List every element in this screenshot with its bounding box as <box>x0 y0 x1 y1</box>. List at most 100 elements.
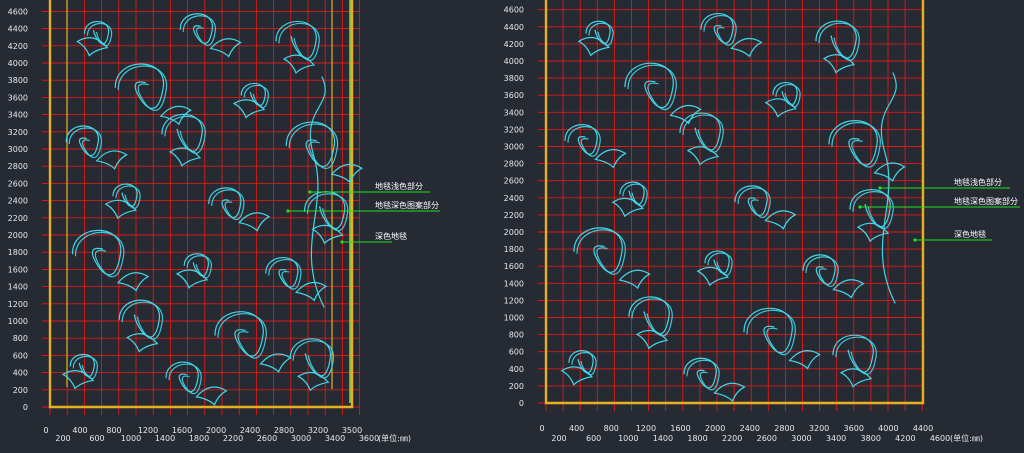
y-tick-label: 4200 <box>504 40 524 49</box>
x-tick-label: 3000 <box>291 434 311 443</box>
y-tick-label: 400 <box>13 369 28 378</box>
y-tick-label: 2400 <box>504 194 524 203</box>
x-tick-label: 2200 <box>223 434 243 443</box>
x-tick-label: 2800 <box>774 424 794 433</box>
y-tick-label: 2800 <box>504 160 524 169</box>
y-tick-label: 800 <box>13 334 28 343</box>
y-tick-label: 4000 <box>8 59 28 68</box>
y-tick-label: 0 <box>23 403 28 412</box>
x-tick-label: 400 <box>569 424 584 433</box>
x-tick-label: 800 <box>604 424 619 433</box>
x-tick-label: 3800 <box>861 434 881 443</box>
x-tick-label: 2400 <box>740 424 760 433</box>
y-tick-label: 2000 <box>504 228 524 237</box>
unit-label: (单位:㎜) <box>378 433 411 443</box>
y-tick-label: 1600 <box>8 265 28 274</box>
y-tick-label: 3200 <box>8 128 28 137</box>
y-tick-label: 1200 <box>8 300 28 309</box>
y-tick-label: 0 <box>519 399 524 408</box>
y-tick-label: 3200 <box>504 125 524 134</box>
callout-anchor-dot <box>286 209 290 213</box>
x-tick-label: 3400 <box>826 434 846 443</box>
x-tick-label: 800 <box>106 426 121 435</box>
y-tick-label: 3000 <box>504 143 524 152</box>
x-tick-label: 2600 <box>257 434 277 443</box>
unit-label: (单位:㎜) <box>950 433 983 443</box>
y-tick-label: 1600 <box>504 262 524 271</box>
y-tick-label: 4400 <box>504 23 524 32</box>
x-tick-label: 1000 <box>121 434 141 443</box>
y-tick-label: 3600 <box>8 93 28 102</box>
x-tick-label: 3400 <box>325 434 345 443</box>
x-tick-label: 2600 <box>757 434 777 443</box>
y-tick-label: 1000 <box>504 314 524 323</box>
x-tick-label: 200 <box>551 434 566 443</box>
x-tick-label: 600 <box>89 434 104 443</box>
y-tick-label: 1000 <box>8 317 28 326</box>
callout-label: 深色地毯 <box>954 229 986 239</box>
y-tick-label: 200 <box>13 386 28 395</box>
y-tick-label: 4000 <box>504 57 524 66</box>
x-tick-label: 1400 <box>155 434 175 443</box>
y-tick-label: 4400 <box>8 25 28 34</box>
x-tick-label: 1200 <box>636 424 656 433</box>
y-tick-label: 1400 <box>8 283 28 292</box>
x-tick-label: 4000 <box>878 424 898 433</box>
callout-label: 深色地毯 <box>375 231 407 241</box>
x-tick-label: 1600 <box>670 424 690 433</box>
callout-anchor-dot <box>340 240 344 244</box>
y-tick-label: 2000 <box>8 231 28 240</box>
y-tick-label: 2200 <box>8 214 28 223</box>
y-tick-label: 4200 <box>8 42 28 51</box>
x-tick-label: 0 <box>539 424 544 433</box>
y-tick-label: 3400 <box>8 111 28 120</box>
y-tick-label: 3400 <box>504 108 524 117</box>
x-tick-label: 400 <box>72 426 87 435</box>
y-tick-label: 2600 <box>504 177 524 186</box>
x-tick-label: 1800 <box>687 434 707 443</box>
x-tick-label: 3200 <box>809 424 829 433</box>
x-tick-label: 1400 <box>653 434 673 443</box>
y-tick-label: 2600 <box>8 179 28 188</box>
y-tick-label: 2200 <box>504 211 524 220</box>
callout-label: 地毯浅色部分 <box>954 177 1002 187</box>
cad-drawing-canvas: 0200400600800100012001400160018002000220… <box>0 0 1024 453</box>
x-tick-label: 3600 <box>844 424 864 433</box>
y-tick-label: 1800 <box>8 248 28 257</box>
callout-label: 地毯浅色部分 <box>375 181 423 191</box>
x-tick-label: 4600 <box>930 434 950 443</box>
y-tick-label: 3800 <box>8 76 28 85</box>
y-tick-label: 4600 <box>8 7 28 16</box>
callout-anchor-dot <box>913 238 917 242</box>
y-tick-label: 1400 <box>504 279 524 288</box>
y-tick-label: 1200 <box>504 296 524 305</box>
callout-anchor-dot <box>878 186 882 190</box>
callout-anchor-dot <box>858 205 862 209</box>
x-tick-label: 1800 <box>189 434 209 443</box>
x-tick-label: 4400 <box>913 424 933 433</box>
y-tick-label: 3600 <box>504 91 524 100</box>
y-tick-label: 600 <box>13 351 28 360</box>
y-tick-label: 2400 <box>8 197 28 206</box>
y-tick-label: 3000 <box>8 145 28 154</box>
y-tick-label: 600 <box>509 348 524 357</box>
y-tick-label: 200 <box>509 382 524 391</box>
x-tick-label: 600 <box>586 434 601 443</box>
callout-label: 地毯深色图案部分 <box>954 196 1018 206</box>
x-tick-label: 4200 <box>895 434 915 443</box>
y-tick-label: 1800 <box>504 245 524 254</box>
y-tick-label: 2800 <box>8 162 28 171</box>
x-tick-label: 200 <box>55 434 70 443</box>
x-tick-label: 0 <box>43 426 48 435</box>
x-tick-label: 2200 <box>722 434 742 443</box>
x-tick-label: 1000 <box>618 434 638 443</box>
y-tick-label: 400 <box>509 365 524 374</box>
x-tick-label: 3000 <box>791 434 811 443</box>
y-tick-label: 800 <box>509 331 524 340</box>
y-tick-label: 3800 <box>504 74 524 83</box>
x-tick-label: 3600 <box>359 434 379 443</box>
callout-anchor-dot <box>308 190 312 194</box>
y-tick-label: 4600 <box>504 6 524 15</box>
x-tick-label: 2000 <box>705 424 725 433</box>
callout-label: 地毯深色图案部分 <box>375 200 439 210</box>
